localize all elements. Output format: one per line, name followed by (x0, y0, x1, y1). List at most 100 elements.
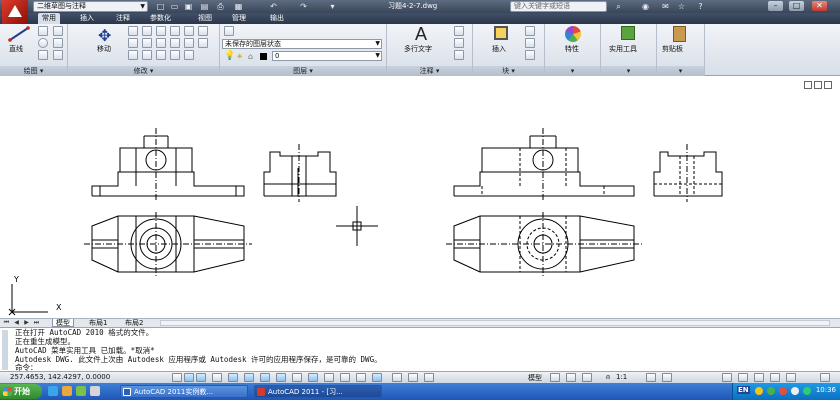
drawing-canvas[interactable]: Y X (0, 76, 840, 318)
lineweight-button[interactable] (324, 373, 334, 382)
panel-annotation-label[interactable]: 注释 ▾ (387, 66, 472, 76)
redo-icon[interactable]: ↷ (298, 1, 309, 12)
explorer-icon[interactable] (76, 386, 86, 396)
language-indicator[interactable]: EN (737, 386, 750, 394)
clean-screen-button[interactable] (820, 373, 830, 382)
panel-modify-label[interactable]: 修改 ▾ (68, 66, 219, 76)
create-block-icon[interactable] (525, 26, 535, 36)
close-button[interactable]: ✕ (812, 1, 827, 11)
table-icon[interactable] (454, 50, 464, 60)
favorites-icon[interactable]: ☆ (676, 1, 687, 12)
properties-button[interactable]: 特性 (565, 44, 579, 54)
multileader-icon[interactable] (454, 38, 464, 48)
search-input[interactable]: 键入关键字或短语 (510, 1, 607, 12)
infer-constraints-button[interactable] (172, 373, 182, 382)
layer-properties-icon[interactable] (224, 26, 234, 36)
insert-button[interactable]: 插入 (492, 44, 506, 54)
hatch-icon[interactable] (53, 38, 63, 48)
viewport-restore-button[interactable] (814, 81, 822, 89)
application-menu-button[interactable] (2, 0, 28, 24)
transparency-button[interactable] (340, 373, 350, 382)
edit-attributes-icon[interactable] (525, 50, 535, 60)
polar-tracking-button[interactable] (228, 373, 238, 382)
maximize-viewport-button[interactable] (550, 373, 560, 382)
layer-state-dropdown[interactable]: 未保存的图层状态 ▼ (222, 39, 382, 49)
lengthen-icon[interactable] (184, 50, 194, 60)
taskbar-item-autocad[interactable]: AutoCAD 2011 - [习... (254, 385, 382, 398)
tab-layout1[interactable]: 布局1 (86, 319, 110, 327)
hardware-acceleration-button[interactable] (754, 373, 764, 382)
status-menu-button[interactable] (786, 373, 796, 382)
mtext-button[interactable]: 多行文字 (404, 44, 432, 54)
clipboard-button[interactable]: 剪贴板 (662, 44, 683, 54)
print-icon[interactable]: ⎙ (215, 1, 226, 12)
auto-scale-button[interactable] (662, 373, 672, 382)
edit-block-icon[interactable] (525, 38, 535, 48)
panel-draw-label[interactable]: 绘图 ▾ (0, 66, 67, 76)
new-file-icon[interactable]: □ (155, 1, 166, 12)
lightbulb-icon[interactable]: 💡 (224, 51, 235, 61)
quick-view-layouts-button[interactable] (408, 373, 418, 382)
tab-layout2[interactable]: 布局2 (122, 319, 146, 327)
snap-mode-button[interactable] (184, 373, 194, 382)
rotate-icon[interactable] (128, 26, 138, 36)
panel-properties-label[interactable]: ▾ (545, 66, 600, 76)
viewport-close-button[interactable] (824, 81, 832, 89)
toolbar-lock-button[interactable] (738, 373, 748, 382)
help-icon[interactable]: ? (695, 1, 706, 12)
copy-icon[interactable] (156, 26, 166, 36)
layer-dropdown[interactable]: 0 ▼ (272, 51, 382, 61)
quick-view-drawings-button[interactable] (424, 373, 434, 382)
viewport-minimize-button[interactable] (804, 81, 812, 89)
minimize-button[interactable]: – (768, 1, 783, 11)
start-button[interactable]: 开始 (0, 384, 42, 399)
panel-block-label[interactable]: 块 ▾ (473, 66, 544, 76)
scale-icon[interactable] (142, 38, 152, 48)
browser-icon[interactable] (48, 386, 58, 396)
model-space-button[interactable] (392, 373, 402, 382)
tab-home[interactable]: 常用 (38, 13, 60, 24)
chamfer-icon[interactable] (184, 38, 194, 48)
next-layout-icon[interactable]: ▶ (22, 319, 31, 327)
tray-antivirus-icon[interactable] (779, 387, 787, 395)
tray-update-icon[interactable] (803, 387, 811, 395)
object-snap-tracking-button[interactable] (276, 373, 286, 382)
selection-cycling-button[interactable] (372, 373, 382, 382)
plot-icon[interactable]: ▦ (233, 1, 244, 12)
last-layout-icon[interactable]: ⏭ (32, 319, 41, 327)
extend-icon[interactable] (142, 50, 152, 60)
sun-icon[interactable]: ☀ (236, 52, 243, 61)
save-icon[interactable]: ▣ (183, 1, 194, 12)
grid-display-button[interactable] (196, 373, 206, 382)
array-icon[interactable] (156, 38, 166, 48)
annotation-scale-icon[interactable]: ⍝ (606, 373, 610, 382)
join-icon[interactable] (156, 50, 166, 60)
tray-volume-icon[interactable] (791, 387, 799, 395)
explode-icon[interactable] (198, 26, 208, 36)
clock[interactable]: 10:36 (816, 386, 836, 394)
quick-access-menu-icon[interactable]: ▾ (327, 1, 338, 12)
linear-dimension-icon[interactable] (454, 26, 464, 36)
ortho-mode-button[interactable] (212, 373, 222, 382)
circle-icon[interactable] (38, 38, 48, 48)
tab-view[interactable]: 视图 (194, 13, 216, 24)
media-icon[interactable] (62, 386, 72, 396)
rectangle-icon[interactable] (53, 26, 63, 36)
communication-center-icon[interactable]: ✉ (660, 1, 671, 12)
tray-security-icon[interactable] (755, 387, 763, 395)
tray-network-icon[interactable] (767, 387, 775, 395)
command-window-handle[interactable] (2, 330, 8, 370)
model-label[interactable]: 模型 (528, 373, 542, 383)
polyline-icon[interactable] (38, 26, 48, 36)
move-tool-button[interactable]: 移动 (97, 44, 111, 54)
prev-layout-icon[interactable]: ◀ (12, 319, 21, 327)
save-as-icon[interactable]: ▤ (199, 1, 210, 12)
taskbar-item-document[interactable]: AutoCAD 2011实例教... (120, 385, 248, 398)
3d-object-snap-button[interactable] (260, 373, 270, 382)
dynamic-input-button[interactable] (308, 373, 318, 382)
tab-insert[interactable]: 插入 (76, 13, 98, 24)
search-icon[interactable]: ⌕ (613, 1, 624, 12)
stretch-icon[interactable] (128, 38, 138, 48)
object-snap-button[interactable] (244, 373, 254, 382)
pan-button[interactable] (566, 373, 576, 382)
